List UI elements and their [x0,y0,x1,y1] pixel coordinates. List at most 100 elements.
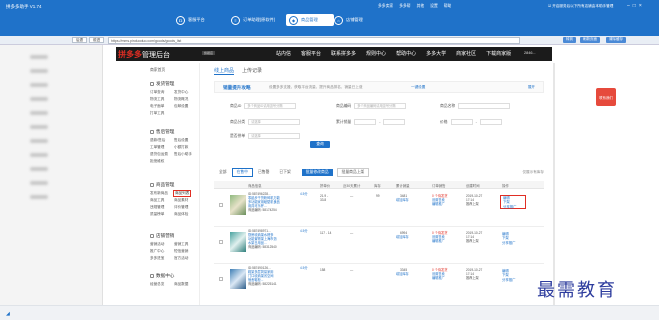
sidebar-link[interactable]: 电子面单 [150,104,164,109]
top-link-2[interactable]: 多多帮 [399,4,410,9]
sidebar-link[interactable]: 售后小助手 [174,152,192,157]
clear-cache-button[interactable]: 清除缓存 [606,37,626,43]
sidebar-link[interactable]: 工单管理 [150,145,164,150]
notice-setup-link[interactable]: 一键设置 [411,85,425,90]
sidebar-home[interactable]: 商家首页 [150,68,165,73]
sidebar-link[interactable]: 推广中心 [150,249,164,254]
contact-float-button[interactable]: 联系我们 [596,88,616,106]
minimize-icon[interactable]: – [627,3,630,9]
pdd-nav-rules[interactable]: 规则中心 [366,50,386,57]
sidebar-link[interactable]: 商品数据 [174,282,188,287]
sidebar-link[interactable]: 小额打款 [174,145,188,150]
price-max-input[interactable] [479,119,502,125]
goods-name-input[interactable] [458,103,511,109]
status-tab-on-sale[interactable]: 在售中 [231,167,253,177]
row-checkbox[interactable] [219,203,223,207]
top-nav-goods-active[interactable]: ◆ 商品管理 [286,14,334,26]
tab-online-goods[interactable]: 线上商品 [214,67,235,75]
sidebar-link[interactable]: 拒绝维权 [150,159,164,164]
sidebar-link[interactable]: 评价管理 [174,205,188,210]
price-min-input[interactable] [450,119,473,125]
goods-thumbnail[interactable] [230,195,246,215]
pdd-nav-community[interactable]: 商家社区 [456,50,476,57]
vertical-scrollbar[interactable] [553,63,555,305]
sidebar-link[interactable]: 营销活动 [150,242,164,247]
add-stock-link[interactable]: 增加库存 [396,198,409,202]
sidebar-link[interactable]: 售后设置 [174,138,188,143]
share-link[interactable]: 分享推广 [501,205,525,209]
top-link-5[interactable]: 帮助 [444,4,452,9]
notice-expand-link[interactable]: 展开 [528,85,535,90]
promo-link[interactable]: 编辑推广 [432,202,445,206]
sidebar-section-marketing[interactable]: 店铺营销 [150,233,174,239]
sidebar-link[interactable]: 打单工具 [150,111,164,116]
top-nav-orders[interactable]: ≡ 订单助理(原软件) [231,14,286,26]
share-link[interactable]: 分享推广 [500,241,526,245]
tab-upload-records[interactable]: 上传记录 [242,67,262,75]
top-nav-store[interactable]: ⌂ 店铺管理 [334,14,389,26]
query-button[interactable]: 查询 [310,141,330,148]
in-stock-only-checkbox[interactable]: 仅展示有库存 [522,170,544,175]
sidebar-link[interactable]: 订单查询 [150,90,164,95]
sidebar-item-goods-list[interactable]: 商品列表 [173,190,192,197]
sidebar-link[interactable]: 商品工具 [150,198,164,203]
add-stock-link[interactable]: 增加库存 [396,272,409,276]
goods-thumbnail[interactable] [230,269,246,289]
top-link-4[interactable]: 设置 [430,4,438,9]
goods-thumbnail[interactable] [230,232,246,252]
sidebar-link[interactable]: 违规管理 [150,205,164,210]
sidebar-link[interactable]: 短信营销 [174,249,188,254]
sidebar-link[interactable]: 包邮设置 [174,104,188,109]
pdd-nav-help[interactable]: 帮助中心 [396,50,416,57]
sidebar-link[interactable]: 商品体检 [174,212,188,217]
sidebar-link[interactable]: 发布新商品 [150,191,168,196]
sidebar-section-shipping[interactable]: 发货管理 [150,81,174,87]
status-tab-removed[interactable]: 已下架 [274,168,295,177]
sidebar-link[interactable]: 退款/售后 [150,138,165,143]
sidebar-section-goods[interactable]: 商品管理 [150,182,174,188]
add-stock-link[interactable]: 增加库存 [396,235,409,239]
sidebar-section-aftersale[interactable]: 售后管理 [150,129,174,135]
sidebar-link[interactable]: 物流工具 [150,97,164,102]
sidebar-link[interactable]: 质量榜单 [150,212,164,217]
forward-button[interactable]: 前进 [89,37,104,43]
maximize-icon[interactable]: □ [633,3,636,9]
sidebar-link[interactable]: 经营总览 [150,282,164,287]
promo-link[interactable]: 编辑推广 [432,276,445,280]
pdd-nav-contact[interactable]: 联系拼多多 [331,50,356,57]
sidebar-link[interactable]: 营销工具 [174,242,188,247]
top-link-1[interactable]: 多多卖家 [378,4,393,9]
category-select[interactable]: 请选择 [248,119,301,125]
pdd-nav-university[interactable]: 多多大学 [426,50,446,57]
sales-min-input[interactable] [354,119,377,125]
row-checkbox[interactable] [219,240,223,244]
sidebar-section-data[interactable]: 数据中心 [150,273,174,279]
back-button[interactable]: 后退 [72,37,87,43]
group-buy-select[interactable]: 请选择 [248,133,301,139]
top-link-3[interactable]: 其他 [417,4,425,9]
pdd-nav-download[interactable]: 下载商家版 [486,50,511,57]
sidebar-link[interactable]: 物流概况 [174,97,188,102]
batch-listing-button[interactable]: 批量商品上架 [336,167,370,177]
service-checkbox[interactable]: ☑ 开启服务后以下所有店铺由本助手管理 [548,4,613,9]
url-input[interactable]: https://mms.pinduoduo.com/goods/goods_li… [108,37,520,44]
status-tab-all[interactable]: 全部 [214,168,232,177]
sales-max-input[interactable] [383,119,406,125]
row-checkbox[interactable] [219,277,223,281]
pdd-nav-customer[interactable]: 客服平台 [301,50,321,57]
go-button[interactable]: 转到 [563,37,576,43]
promo-link[interactable]: 编辑推广 [432,239,445,243]
close-icon[interactable]: × [639,3,642,9]
goods-code-input[interactable]: 多个商品编码请用逗号分隔 [354,103,407,109]
sidebar-link[interactable]: 退货包运费 [150,152,168,157]
refresh-button[interactable]: 刷新页面 [580,37,600,43]
sidebar-link[interactable]: 商品素材 [174,198,188,203]
batch-edit-button[interactable]: 批量修改商品 [301,168,333,176]
sidebar-link[interactable]: 官方活动 [174,256,188,261]
sidebar-link[interactable]: 多多进宝 [150,256,164,261]
user-account[interactable]: 2846... [524,51,536,55]
goods-id-input[interactable]: 多个商品ID请用逗号分隔 [244,103,297,109]
pdd-nav-messages[interactable]: 站内信 [276,50,291,57]
top-nav-customer-service[interactable]: ☊ 客服平台 [176,14,231,26]
sidebar-link[interactable]: 发货中心 [174,90,188,95]
